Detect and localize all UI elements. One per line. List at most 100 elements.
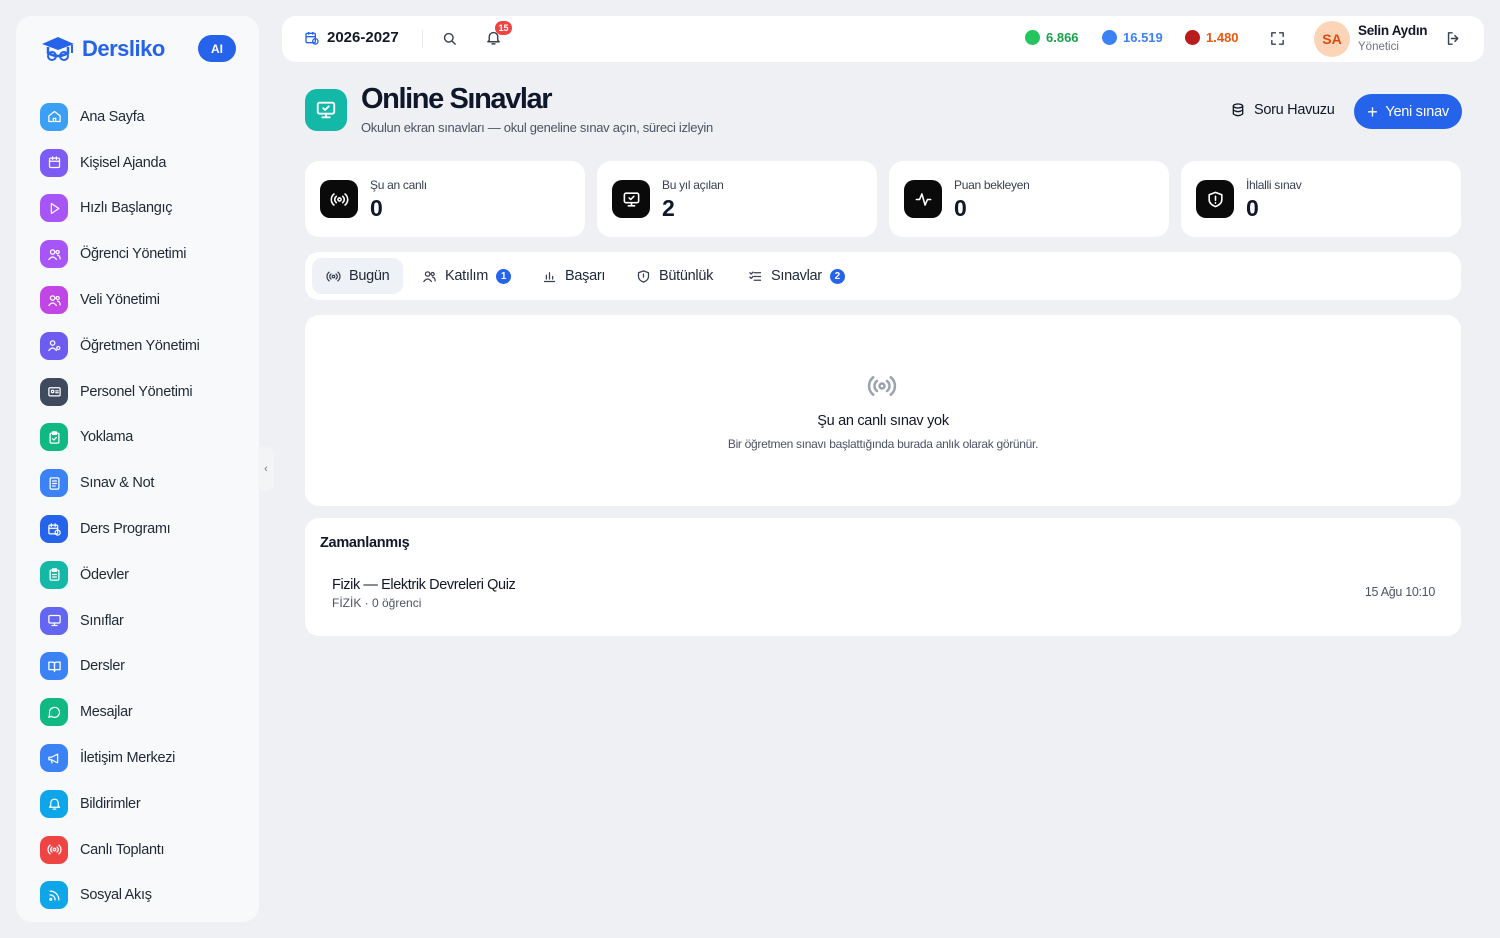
user-role: Yönetici: [1358, 41, 1399, 53]
notification-count-badge: 15: [495, 21, 512, 35]
fullscreen-button[interactable]: [1269, 30, 1286, 52]
question-pool-button[interactable]: Soru Havuzu: [1230, 102, 1335, 118]
sidebar-item-label: Bildirimler: [80, 795, 141, 812]
new-exam-button[interactable]: + Yeni sınav: [1354, 94, 1462, 129]
sidebar-item-label: Personel Yönetimi: [80, 383, 193, 400]
kpi-label: Bu yıl açılan: [662, 178, 724, 192]
sidebar-item-label: Sınıflar: [80, 612, 124, 629]
users-icon: [423, 270, 436, 282]
gem-blue-icon: [1102, 30, 1117, 45]
sidebar-item-siniflar[interactable]: Sınıflar: [40, 598, 200, 644]
topbar: 2026-2027 15 6.866 16.519 1.480 SA Selin…: [282, 16, 1484, 62]
sidebar-item-label: Yoklama: [80, 429, 133, 446]
broadcast-icon: [326, 271, 341, 281]
bar-chart-icon: [543, 271, 556, 282]
play-icon: [40, 194, 68, 223]
plus-icon: +: [1367, 101, 1378, 122]
empty-state-title: Şu an canlı sınav yok: [817, 413, 949, 429]
monitor-check-icon: [612, 180, 650, 218]
tab-label: Bütünlük: [659, 268, 714, 284]
rss-icon: [40, 881, 68, 910]
stat-green-gems: 6.866: [1025, 30, 1079, 45]
page-title: Online Sınavlar: [361, 83, 553, 115]
sidebar-item-personel-yonetimi[interactable]: Personel Yönetimi: [40, 369, 200, 415]
sidebar-item-label: Ana Sayfa: [80, 108, 145, 125]
tab-count-badge: 1: [496, 268, 512, 284]
list-item[interactable]: Fizik — Elektrik Devreleri Quiz FİZİK · …: [320, 568, 1446, 618]
exam-name: Fizik — Elektrik Devreleri Quiz: [332, 577, 516, 593]
stat-blue-gems: 16.519: [1102, 30, 1163, 45]
bell-icon: [40, 789, 68, 818]
kpi-value: 0: [370, 195, 383, 221]
calendar-clock-icon: [305, 31, 319, 45]
tab-count-badge: 2: [829, 268, 845, 284]
broadcast-icon: [867, 371, 897, 406]
tab-basari[interactable]: Başarı: [542, 258, 605, 294]
sidebar-item-mesajlar[interactable]: Mesajlar: [40, 689, 200, 735]
sidebar-item-label: Sınav & Not: [80, 475, 155, 492]
sidebar-item-iletisim-merkezi[interactable]: İletişim Merkezi: [40, 735, 200, 781]
tab-label: Sınavlar: [771, 268, 822, 284]
exam-date: 15 Ağu 10:10: [1364, 585, 1435, 599]
sidebar-item-kisisel-ajanda[interactable]: Kişisel Ajanda: [40, 140, 200, 186]
sidebar-item-ana-sayfa[interactable]: Ana Sayfa: [40, 94, 200, 140]
new-exam-label: Yeni sınav: [1385, 103, 1449, 120]
database-icon: [1232, 103, 1244, 117]
search-button[interactable]: [441, 30, 458, 52]
sidebar-item-veli-yonetimi[interactable]: Veli Yönetimi: [40, 277, 200, 323]
sidebar-item-canli-toplanti[interactable]: Canlı Toplantı: [40, 827, 200, 873]
kpi-card-opened: Bu yıl açılan 2: [597, 161, 877, 237]
monitor-check-icon: [305, 89, 347, 131]
sidebar-collapse-button[interactable]: ‹: [258, 447, 274, 491]
tab-bugun[interactable]: Bugün: [312, 258, 404, 294]
sidebar-item-label: Canlı Toplantı: [80, 841, 165, 858]
kpi-label: İhlalli sınav: [1246, 178, 1302, 192]
sidebar-item-bildirimler[interactable]: Bildirimler: [40, 781, 200, 827]
avatar[interactable]: SA: [1314, 21, 1350, 57]
academic-year: 2026-2027: [327, 29, 399, 46]
tab-bar: Bugün Katılım 1 Başarı Bütünlük Sınavlar…: [305, 252, 1461, 300]
home-icon: [40, 102, 68, 131]
sidebar-item-ogrenci-yonetimi[interactable]: Öğrenci Yönetimi: [40, 231, 200, 277]
ai-button[interactable]: AI: [198, 35, 236, 62]
users-icon: [40, 240, 68, 269]
kpi-value: 0: [1246, 195, 1259, 221]
activity-icon: [904, 180, 942, 218]
exam-meta: FİZİK · 0 öğrenci: [332, 596, 422, 610]
sidebar-item-ders-programi[interactable]: Ders Programı: [40, 506, 200, 552]
presentation-icon: [40, 606, 68, 635]
sidebar-item-label: Ödevler: [80, 566, 129, 583]
sidebar-item-dersler[interactable]: Dersler: [40, 644, 200, 690]
tab-butunluk[interactable]: Bütünlük: [636, 258, 713, 294]
kpi-card-live: Şu an canlı 0: [305, 161, 585, 237]
sidebar-item-odevler[interactable]: Ödevler: [40, 552, 200, 598]
sidebar-item-label: Mesajlar: [80, 704, 133, 721]
sidebar-item-label: Ders Programı: [80, 521, 171, 538]
sidebar-item-sinav-not[interactable]: Sınav & Not: [40, 460, 200, 506]
logout-icon: [1447, 32, 1459, 45]
sidebar-item-hizli-baslangic[interactable]: Hızlı Başlangıç: [40, 186, 200, 232]
brand[interactable]: Dersliko: [38, 34, 165, 64]
sidebar-nav: Ana Sayfa Kişisel Ajanda Hızlı Başlangıç…: [40, 94, 200, 918]
page-subtitle: Okulun ekran sınavları — okul geneline s…: [361, 120, 713, 135]
sidebar-item-label: Veli Yönetimi: [80, 292, 160, 309]
calendar-clock-icon: [40, 515, 68, 544]
tab-sinavlar[interactable]: Sınavlar 2: [748, 258, 845, 294]
users-icon: [40, 286, 68, 315]
academic-year-selector[interactable]: 2026-2027: [304, 29, 399, 46]
book-open-icon: [40, 652, 68, 681]
notifications-button[interactable]: 15: [485, 21, 512, 51]
user-name: Selin Aydın: [1358, 23, 1428, 38]
tab-katilim[interactable]: Katılım 1: [422, 258, 512, 294]
logout-button[interactable]: [1445, 30, 1462, 52]
tab-label: Başarı: [565, 268, 606, 284]
sidebar-item-ogretmen-yonetimi[interactable]: Öğretmen Yönetimi: [40, 323, 200, 369]
kpi-card-pending-score: Puan bekleyen 0: [889, 161, 1169, 237]
scheduled-exams: Zamanlanmış Fizik — Elektrik Devreleri Q…: [305, 518, 1461, 636]
sidebar-item-label: İletişim Merkezi: [80, 750, 176, 767]
sidebar-item-sosyal-akis[interactable]: Sosyal Akış: [40, 873, 200, 919]
sidebar-item-yoklama[interactable]: Yoklama: [40, 415, 200, 461]
live-exams-empty-state: Şu an canlı sınav yok Bir öğretmen sınav…: [305, 315, 1461, 506]
kpi-value: 2: [662, 195, 675, 221]
brand-name: Dersliko: [82, 36, 165, 61]
